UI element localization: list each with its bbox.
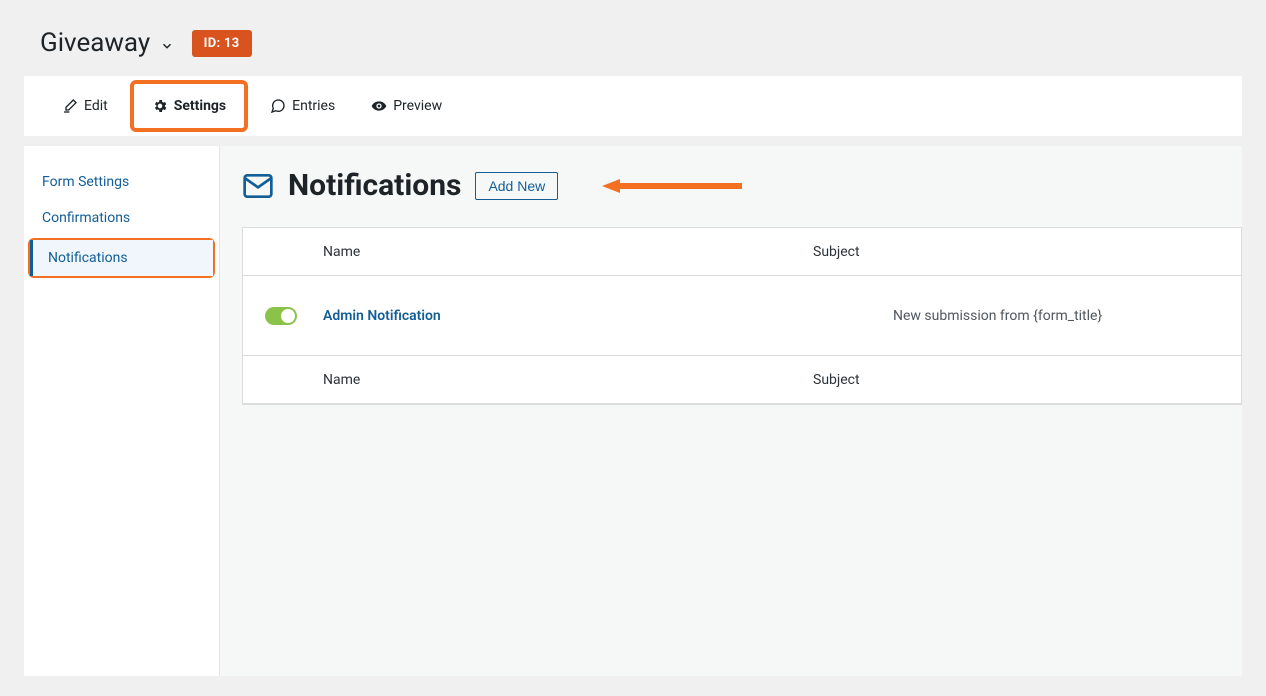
add-new-button[interactable]: Add New [475, 172, 558, 200]
annotation-arrow-icon [602, 179, 742, 193]
content-area: Notifications Add New Name Subject [220, 146, 1242, 676]
col-name-footer[interactable]: Name [243, 372, 813, 388]
tab-label: Edit [84, 98, 108, 114]
chevron-down-icon[interactable] [160, 39, 174, 53]
tab-settings[interactable]: Settings [130, 80, 248, 132]
notification-name-link[interactable]: Admin Notification [323, 308, 441, 324]
tab-edit[interactable]: Edit [48, 90, 122, 122]
notifications-table: Name Subject Admin Notification New subm… [242, 227, 1242, 405]
speech-bubble-icon [270, 98, 286, 114]
form-id-badge: ID: 13 [192, 30, 252, 57]
tabs-bar: Edit Settings Entries Preview [24, 76, 1242, 136]
eye-icon [371, 98, 387, 114]
sidebar-item-notifications[interactable]: Notifications [30, 240, 213, 276]
gear-icon [152, 98, 168, 114]
col-subject-footer[interactable]: Subject [813, 372, 1241, 388]
toggle-enabled[interactable] [265, 307, 297, 325]
highlight-notifications: Notifications [28, 238, 215, 278]
page-title: Notifications [288, 168, 461, 203]
tab-entries[interactable]: Entries [256, 90, 349, 122]
tab-label: Entries [292, 98, 335, 114]
sidebar-item-confirmations[interactable]: Confirmations [24, 200, 219, 236]
notification-subject: New submission from {form_title} [893, 308, 1241, 324]
envelope-icon [242, 170, 274, 202]
settings-sidebar: Form Settings Confirmations Notification… [24, 146, 220, 676]
form-header: Giveaway ID: 13 [0, 0, 1266, 76]
tab-preview[interactable]: Preview [357, 90, 456, 122]
col-subject[interactable]: Subject [813, 244, 1241, 260]
form-title[interactable]: Giveaway [40, 28, 174, 58]
table-row: Admin Notification New submission from {… [243, 276, 1241, 356]
sidebar-item-form-settings[interactable]: Form Settings [24, 164, 219, 200]
tab-label: Settings [174, 98, 226, 114]
pencil-icon [62, 98, 78, 114]
tab-label: Preview [393, 98, 442, 114]
table-header: Name Subject [243, 228, 1241, 276]
table-footer: Name Subject [243, 356, 1241, 404]
col-name[interactable]: Name [243, 244, 813, 260]
